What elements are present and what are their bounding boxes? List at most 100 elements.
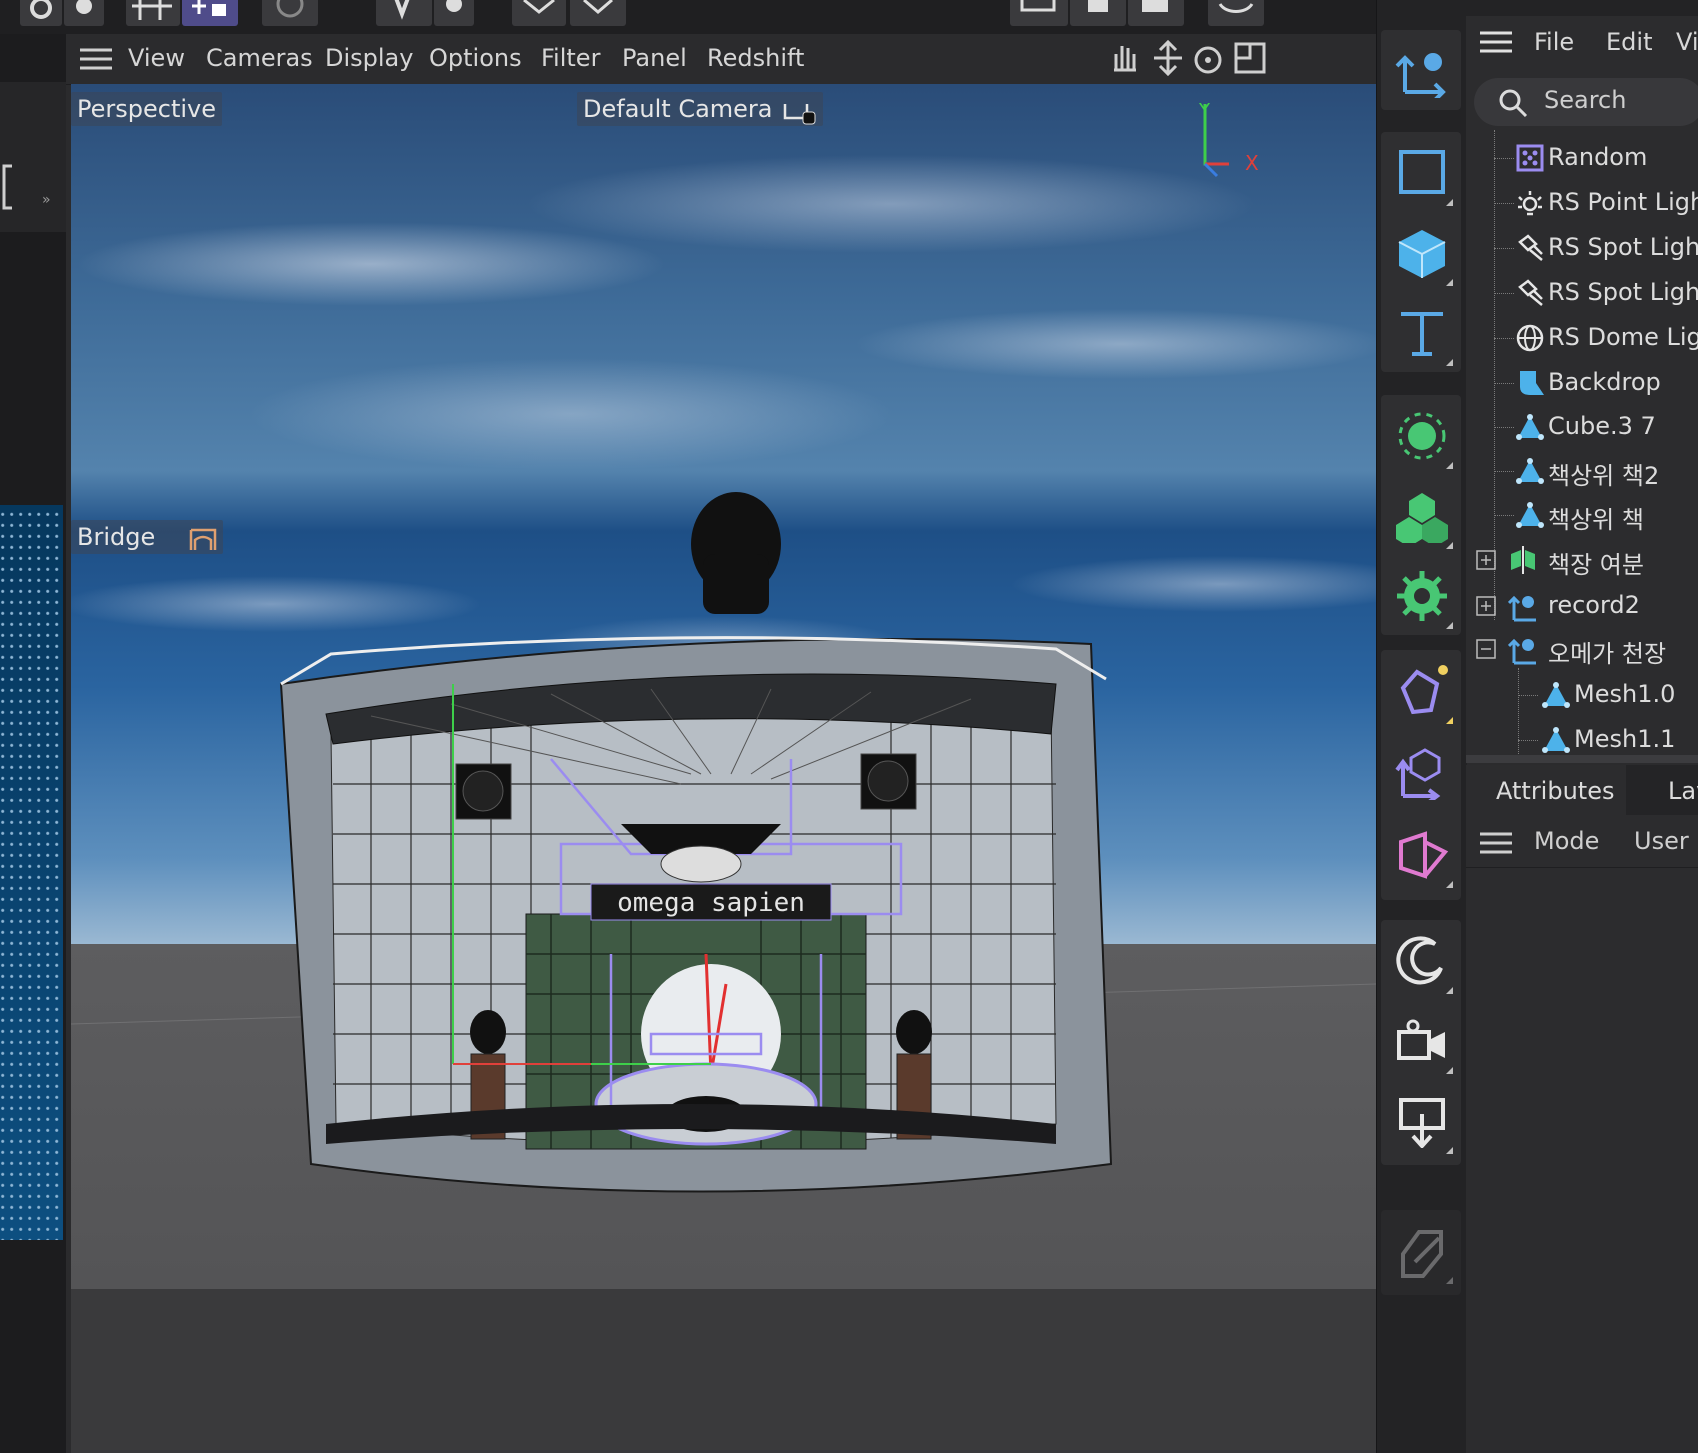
menu-display[interactable]: Display — [325, 44, 413, 72]
objects-search-field[interactable]: Search — [1474, 78, 1698, 126]
play-render-icon[interactable] — [1070, 0, 1126, 26]
attributes-menu-icon[interactable] — [1480, 831, 1512, 855]
menu-view[interactable]: View — [128, 44, 185, 72]
symmetry-tool-icon[interactable] — [376, 0, 432, 26]
environment-tool-button[interactable] — [1381, 920, 1461, 1000]
attributes-user-data-menu[interactable]: User D — [1634, 827, 1698, 855]
objects-menu-icon[interactable] — [1480, 30, 1512, 54]
left-panel-tab-area: » — [0, 82, 66, 232]
effector-tool-button[interactable] — [1381, 814, 1461, 894]
point-light-icon — [1518, 191, 1542, 216]
tab-attributes[interactable]: Attributes — [1466, 765, 1626, 815]
polygon-object-icon — [1516, 458, 1544, 484]
expand-icon[interactable] — [1476, 550, 1496, 570]
mograph-tool-button[interactable] — [1381, 555, 1461, 635]
maximize-viewport-icon[interactable] — [1232, 40, 1268, 76]
attributes-tab-bar: Attributes Lay — [1466, 765, 1698, 815]
move-camera-icon[interactable] — [1150, 40, 1186, 76]
viewport-menu-icon[interactable] — [80, 47, 112, 71]
subdivision-tool-button[interactable] — [1381, 475, 1461, 555]
null-tool-button[interactable] — [1381, 30, 1461, 110]
effector-icon — [1399, 831, 1449, 879]
cube-tool-button[interactable] — [1381, 212, 1461, 292]
bridge-label: Bridge — [77, 523, 156, 551]
projection-label[interactable]: Perspective — [71, 92, 222, 126]
object-row-random[interactable]: Random — [1466, 136, 1698, 180]
menu-options[interactable]: Options — [429, 44, 522, 72]
object-label: 책상위 책2 — [1548, 462, 1660, 490]
objects-menu-view[interactable]: Vi — [1676, 28, 1698, 56]
objects-horizontal-scrollbar[interactable] — [1466, 755, 1698, 763]
generator-tool-button[interactable] — [1381, 395, 1461, 475]
rectangle-spline-icon — [1399, 150, 1445, 194]
camera-selector[interactable]: Default Camera — [577, 92, 823, 126]
object-row-rs-spot-light[interactable]: RS Spot Light — [1466, 226, 1698, 270]
tab-layers[interactable]: Lay — [1668, 777, 1698, 805]
cloner-icon — [1398, 412, 1446, 460]
menu-redshift[interactable]: Redshift — [707, 44, 804, 72]
rotate-camera-icon[interactable] — [1190, 40, 1226, 76]
object-row-cube-3-7[interactable]: Cube.3 7 — [1466, 405, 1698, 449]
blocks-icon — [1396, 493, 1448, 543]
menu-filter[interactable]: Filter — [541, 44, 600, 72]
settings-icon[interactable] — [64, 0, 104, 26]
plane-tool-button[interactable] — [1381, 132, 1461, 212]
object-row-record2[interactable]: record2 — [1466, 584, 1698, 628]
lock-snap-icon[interactable] — [182, 0, 238, 26]
object-row-rs-spot-light-2[interactable]: RS Spot Light — [1466, 271, 1698, 315]
stage-model[interactable]: omega sapien — [71, 84, 1376, 1453]
objects-menu-file[interactable]: File — [1534, 28, 1574, 56]
object-label: 책장 여분 — [1548, 551, 1644, 579]
gear-icon[interactable] — [434, 0, 474, 26]
attributes-mode-menu[interactable]: Mode — [1534, 827, 1599, 855]
3d-viewport[interactable]: omega sapien Y X Perspective Default Cam… — [71, 84, 1376, 1453]
render-region-icon[interactable] — [262, 0, 318, 26]
expand-icon[interactable] — [1476, 596, 1496, 616]
object-row-omega-ceiling[interactable]: 오메가 천장 — [1466, 627, 1698, 671]
polygon-object-icon — [1516, 502, 1544, 528]
symmetry-icon — [1511, 546, 1535, 574]
object-row-mesh1-1[interactable]: Mesh1.1 — [1466, 718, 1698, 760]
magnet-icon[interactable] — [20, 0, 62, 26]
backdrop-icon — [1520, 371, 1544, 395]
null-object-icon — [1508, 638, 1536, 665]
object-row-rs-point-light[interactable]: RS Point Ligh — [1466, 181, 1698, 225]
bridge-panel-tab[interactable]: Bridge — [71, 520, 223, 554]
attributes-mode-row: Mode User D — [1466, 817, 1698, 868]
object-label: Backdrop — [1548, 368, 1661, 396]
object-row-bookshelf-spare[interactable]: 책장 여분 — [1466, 538, 1698, 582]
menu-cameras[interactable]: Cameras — [206, 44, 313, 72]
object-label: Cube.3 7 — [1548, 412, 1656, 440]
object-label: RS Point Ligh — [1548, 188, 1698, 216]
object-label: RS Spot Light — [1548, 278, 1698, 306]
render-view-icon[interactable] — [1010, 0, 1068, 26]
grid-snap-icon[interactable] — [126, 0, 180, 26]
field-tool-button[interactable] — [1381, 732, 1461, 812]
null-object-icon — [1395, 53, 1446, 98]
polygon-mode-icon[interactable] — [512, 0, 566, 26]
axis-y-label: Y — [1198, 100, 1211, 121]
bend-deformer-icon — [1400, 665, 1448, 715]
camera-tool-button[interactable] — [1381, 1000, 1461, 1080]
menu-panel[interactable]: Panel — [622, 44, 687, 72]
render-settings-icon[interactable] — [1128, 0, 1184, 26]
light-object-icon — [1399, 1098, 1445, 1148]
collapse-icon[interactable] — [1476, 639, 1496, 659]
tab-attributes-label: Attributes — [1496, 777, 1615, 805]
object-label: RS Spot Light — [1548, 233, 1698, 261]
object-row-desk-book-2[interactable]: 책상위 책2 — [1466, 449, 1698, 493]
object-label: Mesh1.0 — [1574, 680, 1676, 708]
model-mode-icon[interactable] — [570, 0, 626, 26]
text-tool-button[interactable] — [1381, 292, 1461, 372]
layers-icon[interactable] — [1208, 0, 1264, 26]
pan-hand-icon[interactable] — [1106, 40, 1142, 76]
attributes-panel: Attributes Lay Mode User D — [1466, 765, 1698, 1453]
object-row-backdrop[interactable]: Backdrop — [1466, 361, 1698, 405]
edit-tool-button[interactable] — [1381, 1210, 1461, 1290]
object-row-desk-book[interactable]: 책상위 책 — [1466, 493, 1698, 537]
light-tool-button[interactable] — [1381, 1080, 1461, 1160]
object-row-mesh1-0[interactable]: Mesh1.0 — [1466, 673, 1698, 717]
object-row-rs-dome-light[interactable]: RS Dome Lig — [1466, 316, 1698, 360]
deformer-tool-button[interactable] — [1381, 650, 1461, 730]
objects-menu-edit[interactable]: Edit — [1606, 28, 1652, 56]
